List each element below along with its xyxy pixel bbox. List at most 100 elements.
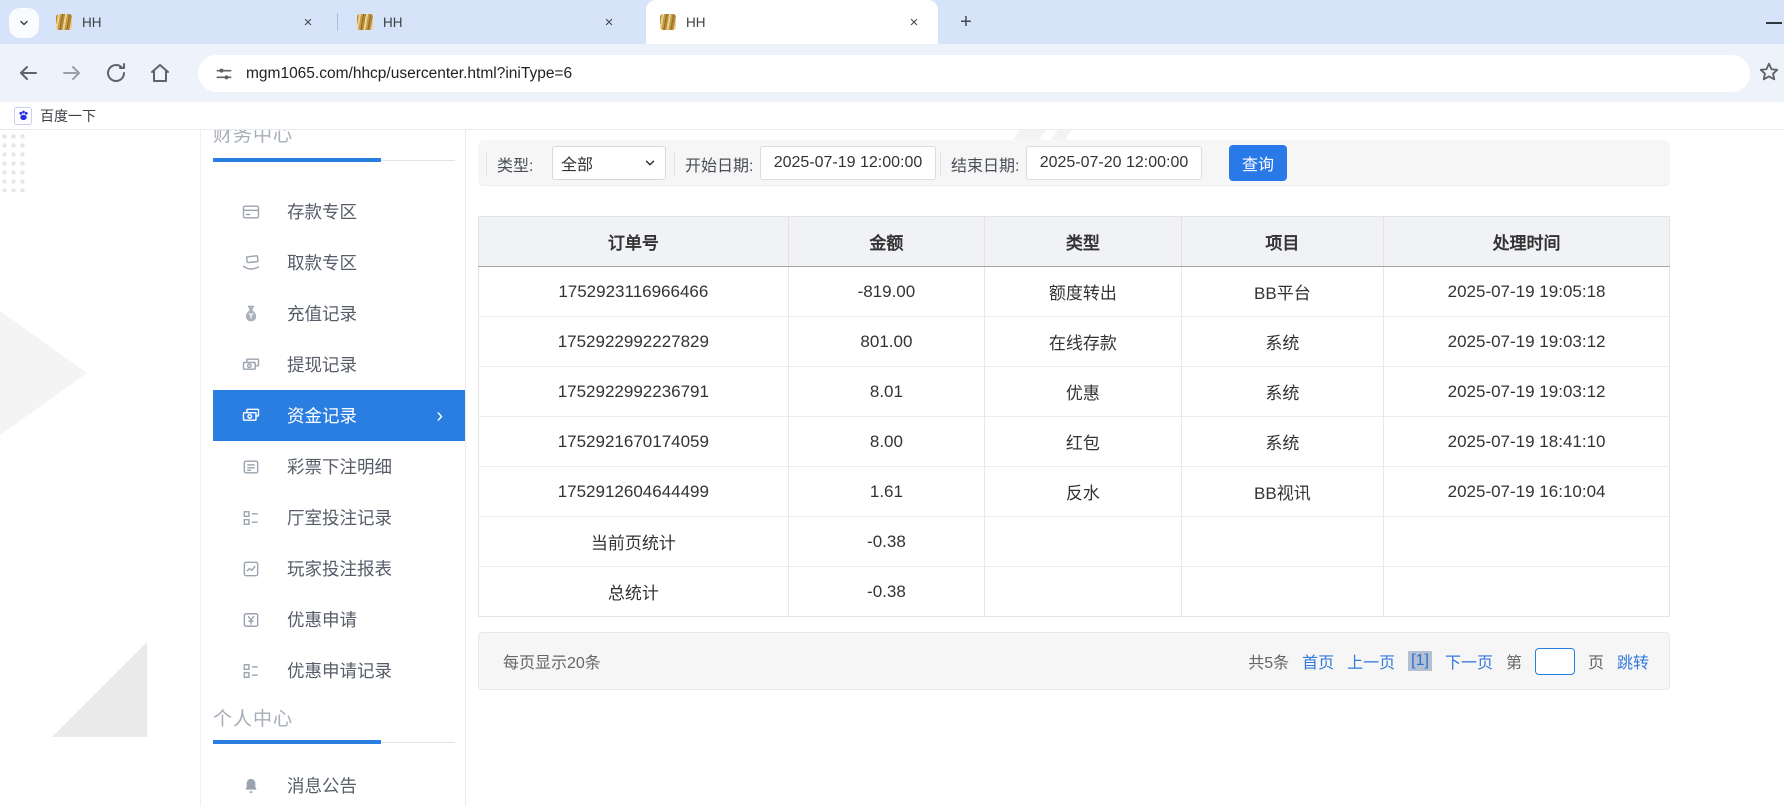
sidebar-item-messages[interactable]: 消息公告 — [213, 760, 465, 806]
table-cell: -0.38 — [788, 517, 985, 567]
funds-record-icon — [241, 406, 261, 426]
table-cell: 优惠 — [985, 367, 1182, 417]
watermark-dots — [0, 132, 26, 192]
table-cell: 801.00 — [788, 317, 985, 367]
end-date-input[interactable] — [1026, 146, 1202, 180]
jump-link[interactable]: 跳转 — [1617, 649, 1649, 673]
tab-1[interactable]: HH × — [42, 0, 332, 44]
url-text: mgm1065.com/hhcp/usercenter.html?iniType… — [246, 65, 572, 83]
chart-report-icon — [241, 559, 261, 579]
back-button[interactable] — [16, 61, 40, 85]
sidebar-item-player-bet-report[interactable]: 玩家投注报表 — [213, 543, 465, 594]
tab-search-button[interactable] — [9, 8, 39, 38]
table-cell: 2025-07-19 19:03:12 — [1384, 317, 1670, 367]
next-page-link[interactable]: 下一页 — [1445, 649, 1493, 673]
new-tab-button[interactable]: + — [952, 8, 980, 36]
sidebar-item-promo-apply[interactable]: 优惠申请 — [213, 594, 465, 645]
jump-label-pre: 第 — [1506, 649, 1522, 673]
page-jump-input[interactable] — [1535, 648, 1575, 675]
sidebar-item-label: 存款专区 — [287, 199, 357, 224]
tab-title: HH — [686, 15, 904, 30]
query-button[interactable]: 查询 — [1229, 145, 1287, 181]
sidebar-item-deposit-zone[interactable]: 存款专区 — [213, 186, 465, 237]
reload-button[interactable] — [104, 61, 128, 85]
current-page-indicator: [1] — [1408, 651, 1432, 671]
banknote-icon — [241, 355, 261, 375]
sidebar-item-label: 彩票下注明细 — [287, 454, 392, 479]
table-row: 17529229922367918.01优惠系统2025-07-19 19:03… — [479, 367, 1670, 417]
table-cell: 在线存款 — [985, 317, 1182, 367]
type-select[interactable]: 全部 — [552, 146, 666, 180]
sidebar-item-funds-records[interactable]: 资金记录 › — [213, 390, 465, 441]
table-cell: 1752922992227829 — [479, 317, 789, 367]
sidebar-item-promo-apply-records[interactable]: 优惠申请记录 — [213, 645, 465, 696]
sidebar-item-withdrawal-records[interactable]: 提现记录 — [213, 339, 465, 390]
chevron-right-icon: › — [436, 406, 443, 426]
sidebar-section-title-personal: 个人中心 — [213, 704, 293, 731]
sidebar-item-label: 玩家投注报表 — [287, 556, 392, 581]
grid-list-icon — [241, 508, 261, 528]
table-body: 1752923116966466-819.00额度转出BB平台2025-07-1… — [479, 267, 1670, 617]
bookmarks-bar: 百度一下 — [0, 102, 1784, 130]
tab-2[interactable]: HH × — [343, 0, 633, 44]
home-button[interactable] — [148, 61, 172, 85]
bank-card-icon — [241, 202, 261, 222]
total-count-label: 共5条 — [1248, 649, 1289, 673]
sidebar-item-label: 优惠申请记录 — [287, 658, 392, 683]
sidebar-item-lottery-bet-detail[interactable]: 彩票下注明细 — [213, 441, 465, 492]
column-header-amount: 金额 — [788, 217, 985, 267]
table-row: 当前页统计-0.38 — [479, 517, 1670, 567]
table-cell: 总统计 — [479, 567, 789, 617]
section-divider — [213, 742, 455, 743]
window-minimize-button[interactable] — [1766, 22, 1782, 24]
table-cell — [1181, 567, 1383, 617]
watermark-triangle — [0, 298, 87, 448]
table-cell: 1752923116966466 — [479, 267, 789, 317]
money-bag-icon — [241, 304, 261, 324]
sidebar-item-label: 厅室投注记录 — [287, 505, 392, 530]
tab-3-active[interactable]: HH × — [646, 0, 938, 44]
site-settings-icon[interactable] — [214, 64, 234, 84]
site-favicon — [56, 14, 72, 30]
bookmark-baidu[interactable]: 百度一下 — [14, 106, 96, 126]
bookmark-star-icon[interactable] — [1758, 61, 1780, 83]
site-favicon — [357, 14, 373, 30]
address-bar[interactable]: mgm1065.com/hhcp/usercenter.html?iniType… — [198, 55, 1750, 92]
table-cell: BB视讯 — [1181, 467, 1383, 517]
sidebar-item-label: 取款专区 — [287, 250, 357, 275]
table-cell: 额度转出 — [985, 267, 1182, 317]
end-date-label: 结束日期: — [940, 152, 1019, 176]
promo-yen-icon — [241, 610, 261, 630]
table-header-row: 订单号 金额 类型 项目 处理时间 — [479, 217, 1670, 267]
sidebar-menu-personal: 消息公告 — [201, 760, 465, 806]
table-row: 总统计-0.38 — [479, 567, 1670, 617]
table-cell: 1752921670174059 — [479, 417, 789, 467]
table-cell: -819.00 — [788, 267, 985, 317]
tab-title: HH — [82, 15, 298, 30]
sidebar-item-label: 消息公告 — [287, 773, 357, 798]
baidu-paw-icon — [14, 107, 32, 125]
table-cell: BB平台 — [1181, 267, 1383, 317]
sidebar-item-recharge-records[interactable]: 充值记录 — [213, 288, 465, 339]
tab-close-icon[interactable]: × — [904, 12, 924, 32]
table-cell — [1181, 517, 1383, 567]
sidebar-item-withdraw-zone[interactable]: 取款专区 — [213, 237, 465, 288]
chevron-down-icon — [643, 156, 657, 170]
prev-page-link[interactable]: 上一页 — [1347, 649, 1395, 673]
pagination-controls: 共5条 首页 上一页 [1] 下一页 第 页 跳转 — [1248, 648, 1649, 675]
tab-close-icon[interactable]: × — [599, 12, 619, 32]
tab-close-icon[interactable]: × — [298, 12, 318, 32]
type-select-value: 全部 — [561, 151, 593, 175]
jump-label-post: 页 — [1588, 649, 1604, 673]
start-date-label: 开始日期: — [674, 152, 753, 176]
table-row: 17529216701740598.00红包系统2025-07-19 18:41… — [479, 417, 1670, 467]
sidebar-item-label: 充值记录 — [287, 301, 357, 326]
sidebar-item-hall-bet-records[interactable]: 厅室投注记录 — [213, 492, 465, 543]
ticket-list-icon — [241, 457, 261, 477]
bookmark-label: 百度一下 — [40, 106, 96, 126]
first-page-link[interactable]: 首页 — [1302, 649, 1334, 673]
tab-strip: HH × HH × HH × + — [0, 0, 1784, 44]
start-date-input[interactable] — [760, 146, 936, 180]
forward-button[interactable] — [60, 61, 84, 85]
column-header-order-no: 订单号 — [479, 217, 789, 267]
